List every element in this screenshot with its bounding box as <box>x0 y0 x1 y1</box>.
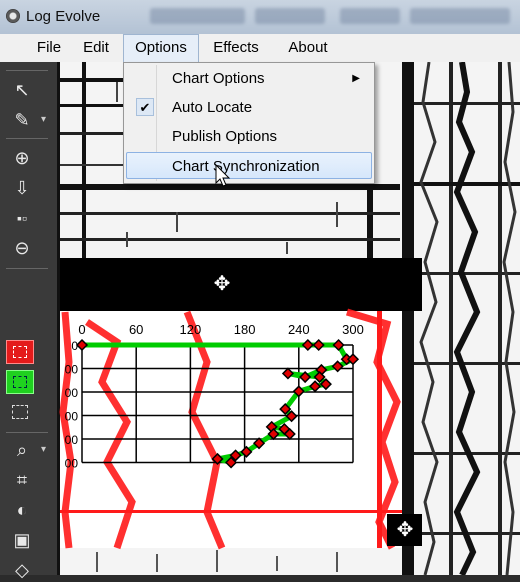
overlay-baseline <box>60 510 402 513</box>
app-icon <box>6 9 20 23</box>
x-tick-label: 180 <box>234 322 256 337</box>
menu-item-chart-synchronization[interactable]: Chart Synchronization <box>126 152 372 179</box>
diamond-tool-icon[interactable]: ◇ <box>8 558 36 582</box>
tool-palette: ↖ ✎ ▾ ⊕ ⇩ ▪▫ ⊖ ⌕ ▾ ⌗ ◐ ▣ ◇ <box>0 62 57 580</box>
x-tick-label: 0 <box>78 322 85 337</box>
blurred-tab <box>340 8 400 24</box>
x-tick-label: 60 <box>129 322 143 337</box>
menu-item-publish-options[interactable]: Publish Options <box>126 123 372 150</box>
nodes-tool-icon[interactable]: ▪▫ <box>8 206 36 230</box>
toolbar-divider <box>6 138 48 139</box>
menu-item-label: Chart Synchronization <box>172 158 320 175</box>
title-bar: Log Evolve <box>0 0 520 35</box>
menu-item-label: Publish Options <box>172 128 278 145</box>
blurred-tab <box>410 8 510 24</box>
y-tick-label: 00 <box>65 457 79 471</box>
submenu-arrow-icon: ▶ <box>352 73 360 84</box>
menu-edit[interactable]: Edit <box>74 34 118 62</box>
green-region-select-icon[interactable] <box>6 370 34 394</box>
menu-effects[interactable]: Effects <box>203 34 269 62</box>
x-tick-label: 240 <box>288 322 310 337</box>
y-tick-label: 00 <box>65 363 79 377</box>
y-tick-label: 00 <box>65 410 79 424</box>
zoom-in-icon[interactable]: ⊕ <box>8 146 36 170</box>
menu-file[interactable]: File <box>28 34 70 62</box>
blurred-tab <box>255 8 325 24</box>
menu-item-auto-locate[interactable]: ✔ Auto Locate <box>126 94 372 121</box>
x-tick-label: 300 <box>342 322 364 337</box>
checkmark-icon: ✔ <box>136 98 154 116</box>
menu-item-label: Auto Locate <box>172 99 253 116</box>
y-tick-label: 00 <box>65 386 79 400</box>
overlay-track-edge <box>377 311 382 548</box>
menu-item-chart-options[interactable]: Chart Options ▶ <box>126 65 372 92</box>
menu-bar: File Edit Options Effects About <box>0 34 520 63</box>
blurred-tab <box>150 8 245 24</box>
toolbar-divider <box>6 268 48 269</box>
stack-tool-icon[interactable]: ▣ <box>8 528 36 552</box>
toolbar-divider <box>6 432 48 433</box>
menu-options[interactable]: Options <box>123 34 199 62</box>
options-dropdown: Chart Options ▶ ✔ Auto Locate Publish Op… <box>123 62 375 184</box>
move-icon[interactable]: ✥ <box>393 520 417 540</box>
window-title: Log Evolve <box>26 8 101 25</box>
menu-about[interactable]: About <box>279 34 337 62</box>
red-region-select-icon[interactable] <box>6 340 34 364</box>
menu-item-label: Chart Options <box>172 70 265 87</box>
move-down-icon[interactable]: ⇩ <box>8 176 36 200</box>
zoom-out-icon[interactable]: ⊖ <box>8 236 36 260</box>
pen-tool-icon[interactable]: ✎ ▾ <box>8 108 46 132</box>
y-tick-label: 00 <box>65 433 79 447</box>
magnifier-tool-icon[interactable]: ⌕ ▾ <box>8 438 46 462</box>
x-tick-label: 120 <box>180 322 202 337</box>
resize-handle[interactable]: ✥ <box>387 514 422 546</box>
crop-tool-icon[interactable]: ⌗ <box>8 468 36 492</box>
rect-select-icon[interactable] <box>6 400 34 424</box>
brightness-tool-icon[interactable]: ◐ <box>8 498 36 522</box>
toolbar-grip <box>6 70 48 71</box>
mouse-cursor-icon <box>215 164 231 187</box>
pan-tool-icon[interactable]: ↖ <box>8 78 36 102</box>
